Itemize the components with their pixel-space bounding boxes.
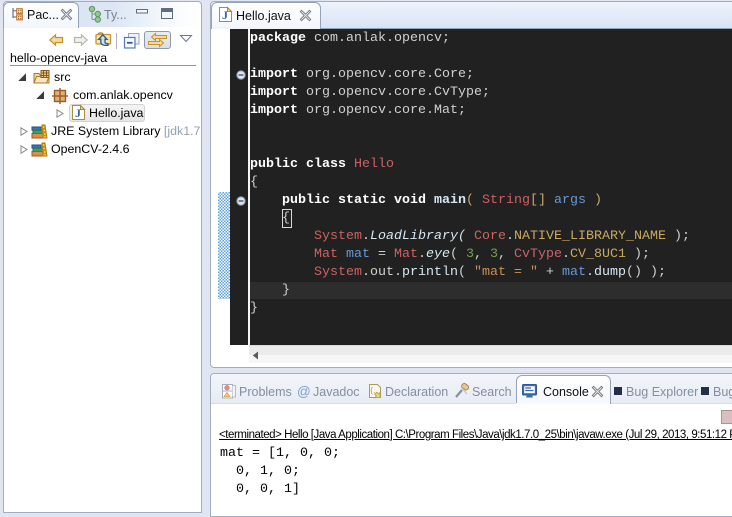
svg-text:J: J xyxy=(222,8,228,22)
svg-text:J: J xyxy=(75,106,81,120)
